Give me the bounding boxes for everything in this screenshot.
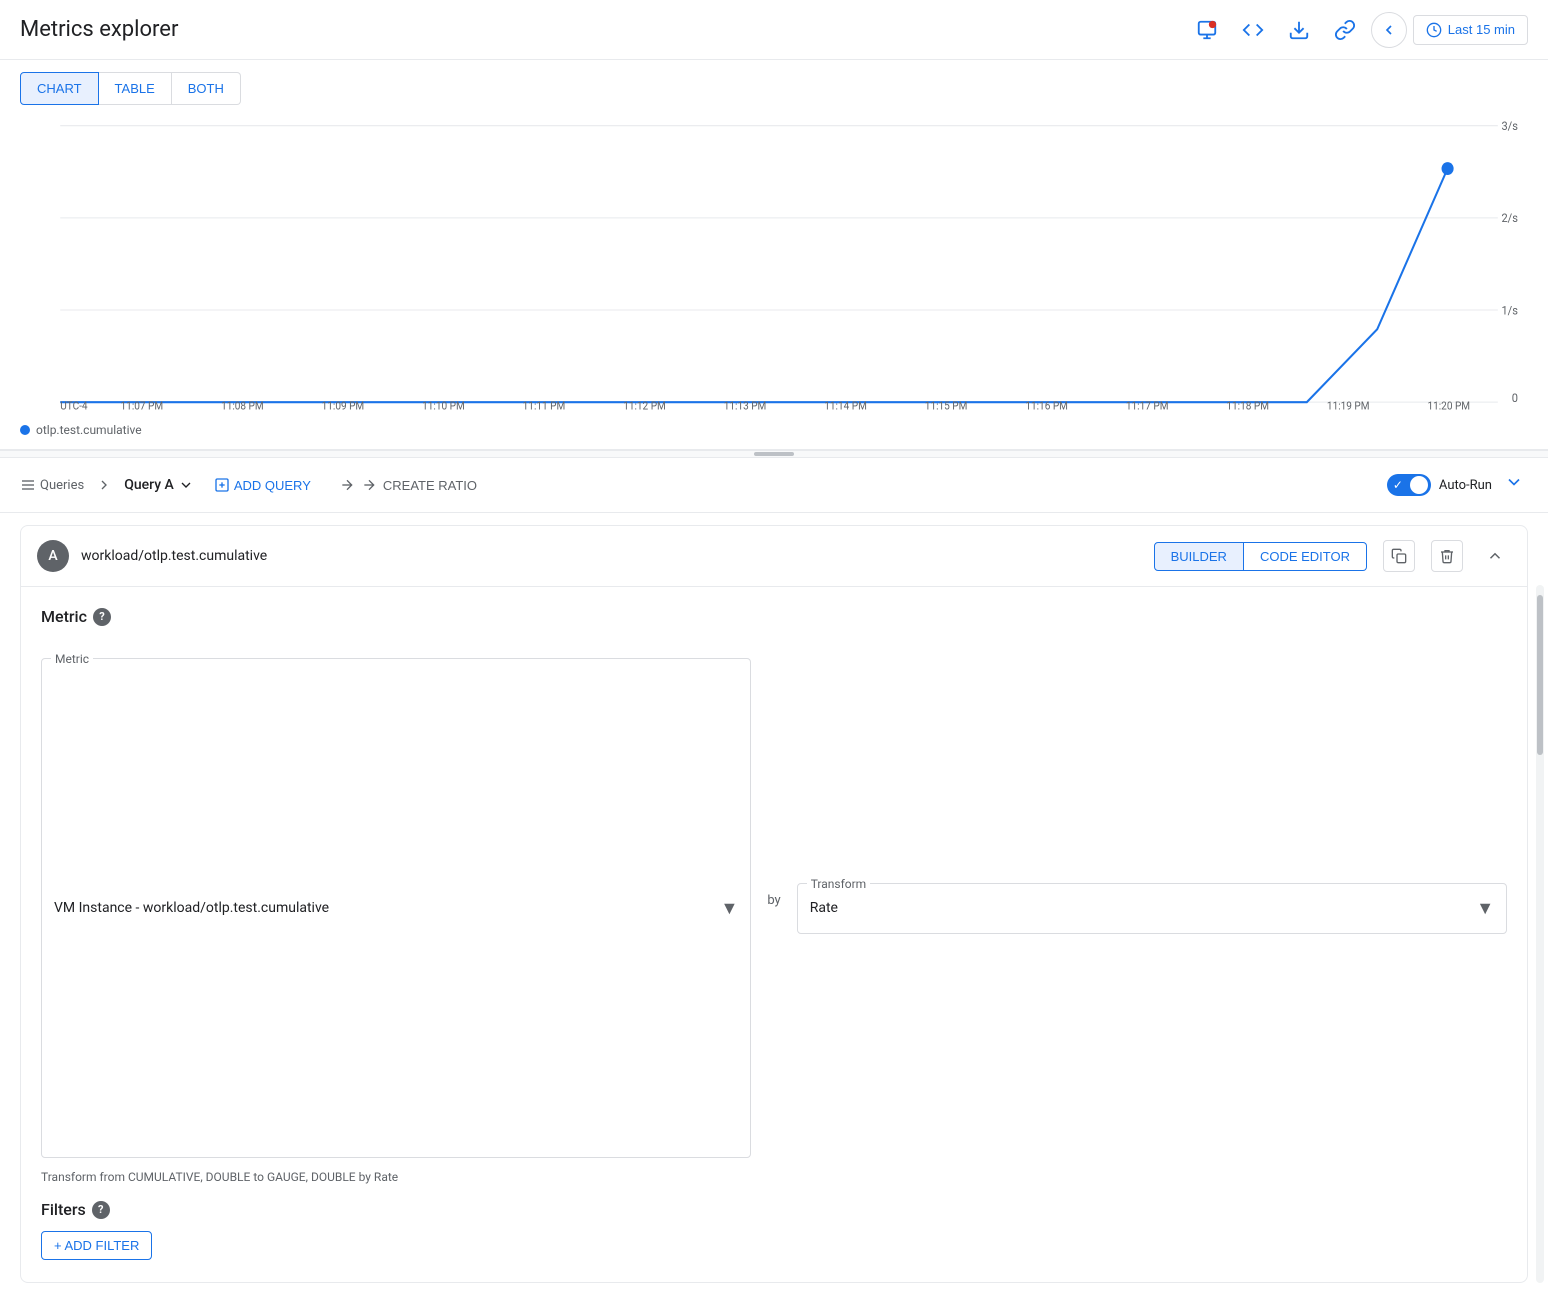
back-btn[interactable]: [1371, 12, 1407, 48]
tab-chart[interactable]: CHART: [20, 72, 99, 105]
svg-text:11:17 PM: 11:17 PM: [1126, 399, 1169, 412]
svg-text:11:10 PM: 11:10 PM: [422, 399, 465, 412]
scrollbar-thumb[interactable]: [1537, 595, 1543, 755]
transform-select-value: Rate: [810, 900, 838, 916]
create-ratio-label: CREATE RATIO: [383, 478, 477, 493]
menu-icon: [20, 477, 36, 493]
notification-icon-btn[interactable]: [1187, 10, 1227, 50]
transform-select[interactable]: Rate ▼: [797, 883, 1507, 934]
query-selector-chevron-icon: [178, 477, 194, 493]
add-query-icon: [214, 477, 230, 493]
query-bar: Queries Query A ADD QUERY CREATE RATIO ✓…: [0, 458, 1548, 513]
queries-menu[interactable]: Queries: [20, 477, 84, 493]
query-selector[interactable]: Query A: [124, 477, 194, 493]
resize-bar: [754, 452, 794, 456]
add-filter-btn[interactable]: + ADD FILTER: [41, 1231, 152, 1260]
filters-help-icon[interactable]: ?: [92, 1201, 110, 1219]
page-title: Metrics explorer: [20, 17, 178, 42]
auto-run-toggle[interactable]: ✓: [1387, 474, 1431, 496]
link-icon-btn[interactable]: [1325, 10, 1365, 50]
svg-text:11:18 PM: 11:18 PM: [1226, 399, 1269, 412]
chart-tabs: CHART TABLE BOTH: [0, 60, 1548, 105]
resize-handle[interactable]: [0, 450, 1548, 458]
auto-run-section: ✓ Auto-Run: [1387, 468, 1528, 502]
collapse-panel-btn[interactable]: [1479, 540, 1511, 572]
query-panel-header: A workload/otlp.test.cumulative BUILDER …: [21, 526, 1527, 587]
svg-text:11:08 PM: 11:08 PM: [221, 399, 264, 412]
by-label: by: [767, 893, 780, 908]
copy-query-btn[interactable]: [1383, 540, 1415, 572]
metric-field-group: Metric VM Instance - workload/otlp.test.…: [41, 642, 751, 1158]
metric-section-title: Metric ?: [41, 607, 1507, 626]
svg-text:UTC-4: UTC-4: [60, 399, 87, 412]
query-body: Metric ? Metric VM Instance - workload/o…: [21, 587, 1527, 1270]
svg-text:11:13 PM: 11:13 PM: [724, 399, 767, 412]
svg-text:2/s: 2/s: [1501, 211, 1518, 225]
svg-text:11:20 PM: 11:20 PM: [1427, 399, 1470, 412]
svg-text:11:11 PM: 11:11 PM: [523, 399, 566, 412]
code-icon-btn[interactable]: [1233, 10, 1273, 50]
query-panel-tabs: BUILDER CODE EDITOR: [1154, 542, 1367, 571]
tab-both[interactable]: BOTH: [172, 72, 241, 105]
header-actions: Last 15 min: [1187, 10, 1528, 50]
breadcrumb-chevron-icon: [96, 477, 112, 493]
transform-field-label: Transform: [807, 877, 871, 891]
tab-builder[interactable]: BUILDER: [1154, 542, 1244, 571]
chart-svg: 3/s 2/s 1/s 0 UTC-4 11:07 PM 11:08 PM 11…: [20, 115, 1528, 415]
copy-icon: [1391, 548, 1407, 564]
query-panel: A workload/otlp.test.cumulative BUILDER …: [20, 525, 1528, 1283]
delete-icon: [1439, 548, 1455, 564]
time-range-btn[interactable]: Last 15 min: [1413, 15, 1528, 45]
transform-field-group: Transform Rate ▼: [797, 867, 1507, 934]
query-selector-label: Query A: [124, 477, 174, 493]
collapse-icon: [1486, 547, 1504, 565]
create-ratio-icon: [339, 477, 355, 493]
create-ratio-btn[interactable]: CREATE RATIO: [331, 473, 485, 497]
svg-text:11:07 PM: 11:07 PM: [121, 399, 164, 412]
transform-select-arrow-icon: ▼: [1476, 898, 1494, 919]
tab-table[interactable]: TABLE: [99, 72, 172, 105]
svg-text:11:12 PM: 11:12 PM: [623, 399, 666, 412]
queries-label: Queries: [40, 478, 84, 493]
query-panel-title: workload/otlp.test.cumulative: [81, 548, 1142, 564]
svg-text:1/s: 1/s: [1501, 303, 1518, 317]
time-range-label: Last 15 min: [1448, 22, 1515, 37]
filters-section-title: Filters ?: [41, 1200, 1507, 1219]
query-panel-wrapper: A workload/otlp.test.cumulative BUILDER …: [0, 525, 1548, 1283]
metric-select-value: VM Instance - workload/otlp.test.cumulat…: [54, 900, 329, 916]
metric-field-label: Metric: [51, 652, 93, 666]
metric-select-arrow-icon: ▼: [720, 898, 738, 919]
svg-text:3/s: 3/s: [1501, 119, 1518, 133]
create-ratio-icon2: [361, 477, 377, 493]
metric-help-icon[interactable]: ?: [93, 608, 111, 626]
chart-area: 3/s 2/s 1/s 0 UTC-4 11:07 PM 11:08 PM 11…: [20, 115, 1528, 415]
svg-text:11:15 PM: 11:15 PM: [925, 399, 968, 412]
legend-label: otlp.test.cumulative: [36, 423, 142, 437]
add-query-label: ADD QUERY: [234, 478, 311, 493]
svg-text:11:16 PM: 11:16 PM: [1025, 399, 1068, 412]
add-filter-label: + ADD FILTER: [54, 1238, 139, 1253]
header: Metrics explorer Last 15 min: [0, 0, 1548, 60]
query-avatar: A: [37, 540, 69, 572]
collapse-queries-btn[interactable]: [1500, 468, 1528, 502]
tab-code-editor[interactable]: CODE EDITOR: [1244, 542, 1367, 571]
auto-run-label: Auto-Run: [1439, 478, 1492, 493]
chart-legend: otlp.test.cumulative: [0, 415, 1548, 449]
metric-field-row: Metric VM Instance - workload/otlp.test.…: [41, 642, 1507, 1158]
download-icon-btn[interactable]: [1279, 10, 1319, 50]
svg-text:11:14 PM: 11:14 PM: [824, 399, 867, 412]
panel-scrollbar[interactable]: [1536, 585, 1544, 1283]
add-query-btn[interactable]: ADD QUERY: [206, 473, 319, 497]
svg-text:11:09 PM: 11:09 PM: [322, 399, 365, 412]
legend-dot: [20, 425, 30, 435]
delete-query-btn[interactable]: [1431, 540, 1463, 572]
svg-text:11:19 PM: 11:19 PM: [1327, 399, 1370, 412]
chart-section: CHART TABLE BOTH 3/s 2/s 1/s 0 UTC-4 11:…: [0, 60, 1548, 450]
svg-text:0: 0: [1512, 391, 1518, 405]
metric-select[interactable]: VM Instance - workload/otlp.test.cumulat…: [41, 658, 751, 1158]
transform-desc: Transform from CUMULATIVE, DOUBLE to GAU…: [41, 1170, 1507, 1184]
